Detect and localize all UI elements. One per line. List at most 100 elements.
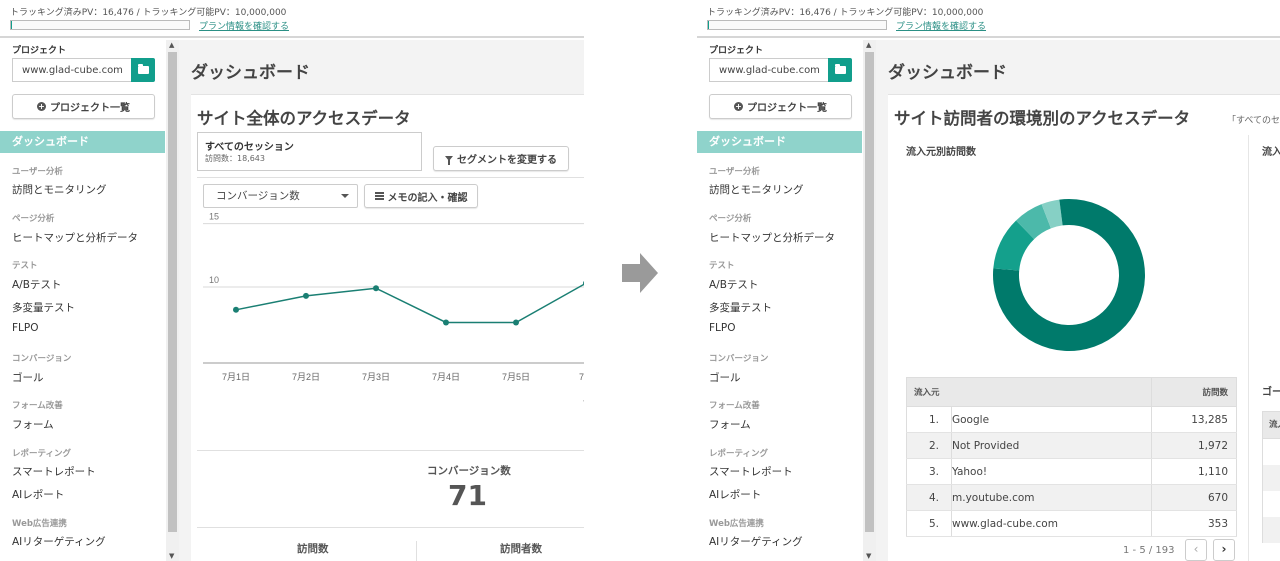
filter-icon [445,156,453,165]
sidebar-item-form[interactable]: フォーム [709,417,751,432]
sidebar-group-page-analysis: ページ分析 [12,214,55,224]
sidebar-group-form-improvement: フォーム改善 [12,401,63,411]
plan-info-link[interactable]: プラン情報を確認する [896,19,986,32]
table-row[interactable]: 3. Yahoo! 1,110 [906,458,1237,485]
divider [197,450,584,451]
sidebar-group-conversion: コンバージョン [12,354,72,364]
sidebar-item-smart-report[interactable]: スマートレポート [12,464,96,479]
divider [197,177,584,178]
session-visits: 訪問数：18,643 [205,154,265,163]
kpi-col-visitors: 訪問者数 [500,543,542,555]
x-tick-label: 7月2日 [292,372,320,382]
sidebar-item-visits-monitoring[interactable]: 訪問とモニタリング [12,182,107,197]
metric-select[interactable]: コンバージョン数 [203,184,358,208]
sidebar-group-web-ads: Web広告連携 [12,519,67,529]
row-visits: 353 [1151,510,1237,537]
scroll-up-icon[interactable]: ▲ [866,41,871,49]
sidebar-item-multivariate-test[interactable]: 多変量テスト [709,300,772,315]
change-segment-button[interactable]: セグメントを変更する [433,146,569,171]
prev-page-button[interactable]: ‹ [1185,539,1207,561]
row-referrer: Google [951,406,1152,433]
data-point [443,319,449,326]
main-content: ダッシュボード サイト訪問者の環境別のアクセスデータ 「すべてのセ 流入元別訪問… [876,40,1280,561]
sidebar-group-user-analysis: ユーザー分析 [709,167,760,177]
project-list-button[interactable]: + プロジェクト一覧 [709,94,852,119]
x-tick-label: 7月3日 [362,372,390,382]
table-row [1262,465,1280,491]
sidebar-scrollbar[interactable]: ▲ ▼ [863,40,876,561]
legend-label-truncated: テス [583,397,584,407]
project-input[interactable]: www.glad-cube.com [709,58,829,82]
scroll-up-icon[interactable]: ▲ [169,41,174,49]
kpi-col-visits: 訪問数 [297,543,329,555]
card-subtitle: 「すべてのセ [1227,116,1280,126]
visitor-environment-card: サイト訪問者の環境別のアクセスデータ 「すべてのセ 流入元別訪問数 流入 流入元… [888,94,1280,561]
pv-usage-text: トラッキング済みPV：16,476 / トラッキング可能PV：10,000,00… [707,8,984,18]
scroll-down-icon[interactable]: ▼ [866,552,871,560]
project-list-button[interactable]: + プロジェクト一覧 [12,94,155,119]
table-header-referrer: 流入元 [906,377,1152,407]
next-page-button[interactable]: › [1213,539,1235,561]
sidebar-item-form[interactable]: フォーム [12,417,54,432]
referrer-table: 流入元 訪問数 1. Google 13,285 2. Not Provided… [906,377,1237,537]
project-label: プロジェクト [709,46,764,56]
table-row [1262,517,1280,543]
plan-info-link[interactable]: プラン情報を確認する [199,19,289,32]
scrollbar-thumb[interactable] [168,52,177,532]
table-row[interactable]: 4. m.youtube.com 670 [906,484,1237,511]
sidebar-item-heatmap[interactable]: ヒートマップと分析データ [12,230,138,245]
project-folder-button[interactable] [131,58,155,82]
page-title: ダッシュボード [191,63,310,83]
series-line [235,283,584,324]
sidebar-item-dashboard[interactable]: ダッシュボード [697,131,862,153]
table-header-row: 流入元 訪問数 [906,377,1237,407]
sidebar-item-heatmap[interactable]: ヒートマップと分析データ [709,230,835,245]
row-referrer: Not Provided [951,432,1152,459]
memo-button[interactable]: メモの記入・確認 [364,184,478,208]
scroll-down-icon[interactable]: ▼ [169,552,174,560]
sidebar: プロジェクト www.glad-cube.com + プロジェクト一覧 ダッシュ… [0,40,165,561]
sidebar-group-user-analysis: ユーザー分析 [12,167,63,177]
sidebar-item-smart-report[interactable]: スマートレポート [709,464,793,479]
divider [197,527,584,528]
scrollbar-thumb[interactable] [865,52,874,532]
main-content: ダッシュボード サイト全体のアクセスデータ すべてのセッション 訪問数：18,6… [179,40,584,561]
arrow-right-icon [622,253,658,293]
x-tick-label: 7月4日 [432,372,460,382]
sidebar-item-ai-report[interactable]: AIレポート [12,487,64,502]
sidebar-item-dashboard[interactable]: ダッシュボード [0,131,165,153]
sidebar-item-multivariate-test[interactable]: 多変量テスト [12,300,75,315]
sidebar-item-ab-test[interactable]: A/Bテスト [12,277,61,292]
secondary-table-header: 流入 [1262,411,1280,439]
project-input[interactable]: www.glad-cube.com [12,58,132,82]
sidebar-item-ai-retargeting[interactable]: AIリターゲティング [12,534,106,549]
sidebar-item-visits-monitoring[interactable]: 訪問とモニタリング [709,182,804,197]
project-folder-button[interactable] [828,58,852,82]
row-rank: 1. [906,406,952,433]
table-row[interactable]: 2. Not Provided 1,972 [906,432,1237,459]
table-row[interactable]: 5. www.glad-cube.com 353 [906,510,1237,537]
sidebar-item-goal[interactable]: ゴール [709,370,741,385]
sidebar-scrollbar[interactable]: ▲ ▼ [166,40,179,561]
data-point [373,285,379,292]
project-list-label: プロジェクト一覧 [50,103,130,114]
sidebar-item-flpo[interactable]: FLPO [12,322,39,334]
row-visits: 13,285 [1151,406,1237,433]
session-segment-box: すべてのセッション 訪問数：18,643 [197,132,422,171]
row-visits: 1,972 [1151,432,1237,459]
list-icon [374,192,384,200]
sidebar-item-ab-test[interactable]: A/Bテスト [709,277,758,292]
referrer-donut-chart [993,199,1145,351]
sidebar-item-goal[interactable]: ゴール [12,370,44,385]
table-row[interactable]: 1. Google 13,285 [906,406,1237,433]
left-screenshot: トラッキング済みPV：16,476 / トラッキング可能PV：10,000,00… [0,0,584,561]
plus-circle-icon: + [37,102,46,111]
sidebar-item-ai-retargeting[interactable]: AIリターゲティング [709,534,803,549]
sidebar-group-form-improvement: フォーム改善 [709,401,760,411]
card-title: サイト全体のアクセスデータ [197,109,411,128]
session-title: すべてのセッション [205,142,294,153]
row-visits: 1,110 [1151,458,1237,485]
sidebar-item-ai-report[interactable]: AIレポート [709,487,761,502]
sidebar-item-flpo[interactable]: FLPO [709,322,736,334]
project-label: プロジェクト [12,46,67,56]
